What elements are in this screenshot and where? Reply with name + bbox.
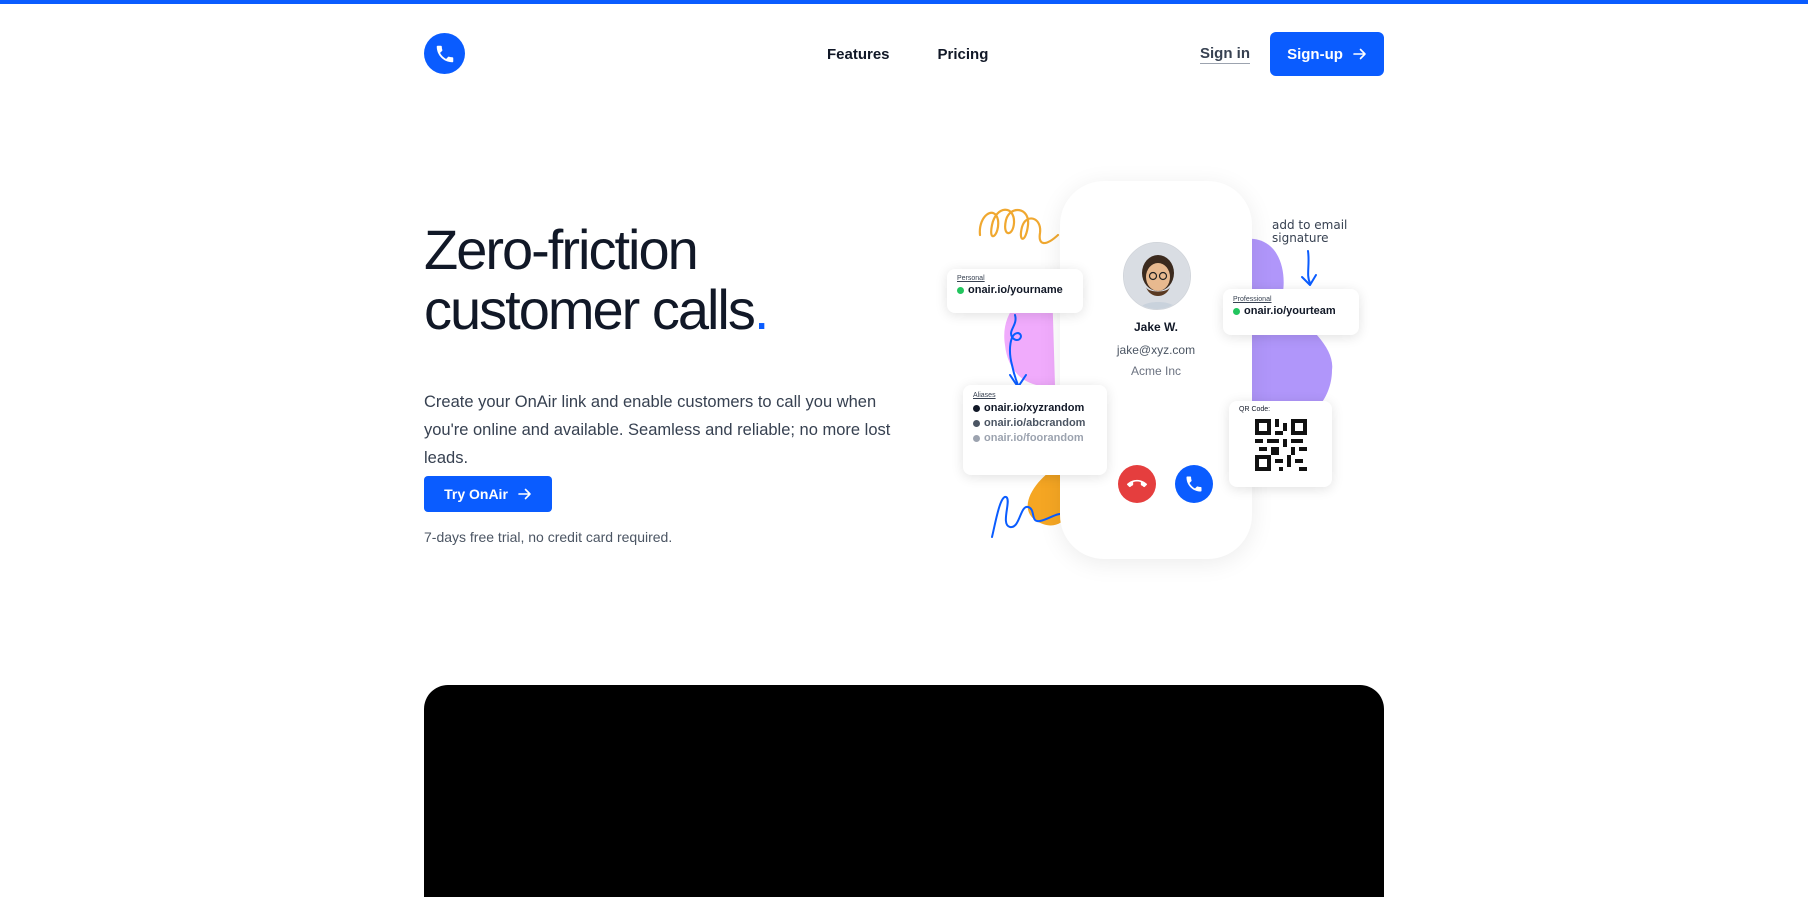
site-header: Features Pricing Sign in Sign-up bbox=[424, 32, 1384, 76]
aliases-card: Aliases onair.io/xyzrandom onair.io/abcr… bbox=[963, 385, 1107, 475]
professional-link: onair.io/yourteam bbox=[1233, 305, 1349, 317]
qr-code-card: QR Code: bbox=[1229, 401, 1332, 487]
email-signature-annotation: add to email signature bbox=[1272, 218, 1348, 245]
qr-label: QR Code: bbox=[1239, 406, 1271, 413]
video-player[interactable] bbox=[424, 685, 1384, 897]
personal-label: Personal bbox=[957, 275, 985, 282]
personal-link: onair.io/yourname bbox=[957, 284, 1073, 296]
try-onair-label: Try OnAir bbox=[444, 486, 508, 502]
nav-pricing-link[interactable]: Pricing bbox=[938, 46, 989, 63]
hero-title-line1: Zero-friction bbox=[424, 218, 699, 281]
contact-email: jake@xyz.com bbox=[1116, 343, 1196, 357]
arrow-right-icon bbox=[518, 488, 531, 500]
hero-description: Create your OnAir link and enable custom… bbox=[424, 393, 891, 467]
signin-link[interactable]: Sign in bbox=[1200, 45, 1250, 62]
alias-dot-icon bbox=[973, 434, 980, 442]
hero-illustration: Jake W. jake@xyz.com Acme Inc Personal o… bbox=[940, 175, 1360, 565]
aliases-label: Aliases bbox=[973, 392, 996, 399]
alias-item: onair.io/foorandom bbox=[973, 432, 1097, 444]
professional-link-card: Professional onair.io/yourteam bbox=[1223, 289, 1359, 335]
professional-link-text: onair.io/yourteam bbox=[1244, 305, 1336, 317]
professional-label: Professional bbox=[1233, 296, 1272, 303]
alias-item-text: onair.io/abcrandom bbox=[984, 417, 1086, 429]
person-avatar-icon bbox=[1124, 243, 1190, 309]
alias-dot-icon bbox=[973, 404, 980, 412]
alias-item: onair.io/xyzrandom bbox=[973, 402, 1097, 414]
arrow-right-icon bbox=[1353, 48, 1366, 60]
hero-title: Zero-friction customer calls. bbox=[424, 220, 864, 340]
logo[interactable] bbox=[424, 33, 465, 74]
alias-dot-icon bbox=[973, 419, 980, 427]
qr-code-icon bbox=[1254, 419, 1307, 471]
hero-title-line2: customer calls bbox=[424, 278, 756, 341]
try-onair-button[interactable]: Try OnAir bbox=[424, 476, 552, 512]
avatar bbox=[1123, 242, 1191, 310]
hero-title-dot: . bbox=[753, 278, 770, 341]
alias-item: onair.io/abcrandom bbox=[973, 417, 1097, 429]
contact-company: Acme Inc bbox=[1130, 364, 1181, 378]
online-dot-icon bbox=[957, 286, 964, 294]
signup-label: Sign-up bbox=[1287, 45, 1343, 63]
decline-call-button[interactable] bbox=[1118, 465, 1156, 503]
alias-item-text: onair.io/xyzrandom bbox=[984, 402, 1085, 414]
phone-icon bbox=[1186, 476, 1202, 492]
online-dot-icon bbox=[1233, 307, 1240, 315]
hang-up-icon bbox=[1127, 479, 1147, 488]
alias-item-text: onair.io/foorandom bbox=[984, 432, 1084, 444]
personal-link-card: Personal onair.io/yourname bbox=[947, 269, 1083, 313]
signup-button[interactable]: Sign-up bbox=[1270, 32, 1384, 76]
trial-note: 7-days free trial, no credit card requir… bbox=[424, 529, 673, 545]
accept-call-button[interactable] bbox=[1175, 465, 1213, 503]
main-nav: Features Pricing bbox=[827, 32, 988, 76]
personal-link-text: onair.io/yourname bbox=[968, 284, 1063, 296]
nav-features-link[interactable]: Features bbox=[827, 46, 890, 63]
top-accent-bar bbox=[0, 0, 1808, 4]
phone-icon bbox=[436, 45, 453, 62]
